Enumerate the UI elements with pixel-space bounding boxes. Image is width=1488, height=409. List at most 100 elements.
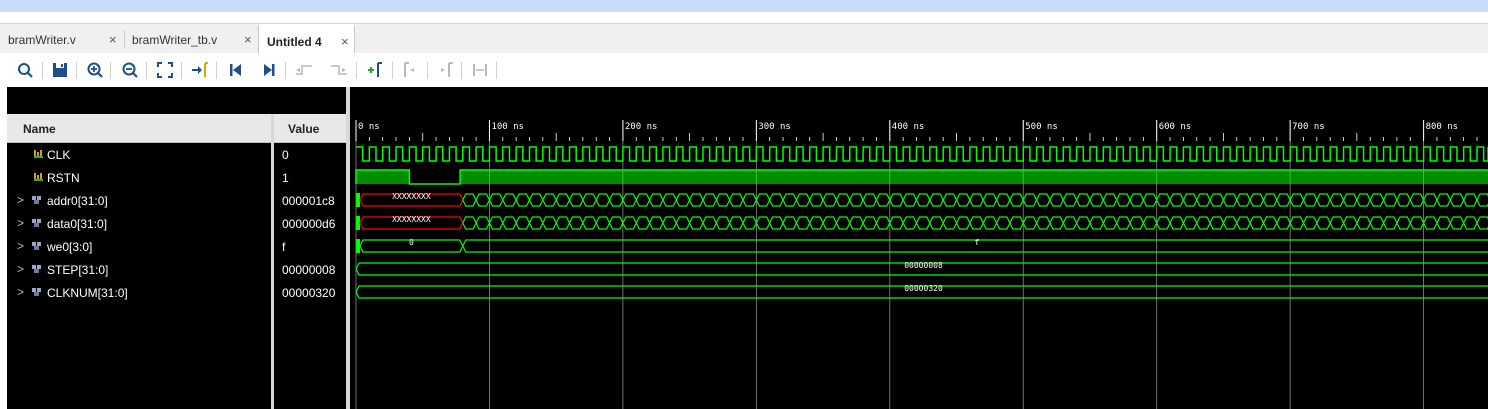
addr0-data-segment bbox=[515, 193, 531, 207]
data0-data-segment bbox=[488, 216, 504, 230]
add-marker-icon[interactable] bbox=[363, 58, 387, 82]
close-icon[interactable]: × bbox=[341, 35, 349, 48]
bus-signal-icon bbox=[32, 219, 41, 227]
next-marker-icon[interactable] bbox=[433, 58, 457, 82]
data0-data-segment bbox=[1249, 216, 1265, 230]
data0-data-segment bbox=[1009, 216, 1024, 230]
data0-data-segment bbox=[1222, 216, 1238, 230]
data0-data-segment bbox=[1409, 216, 1425, 230]
expand-chevron-icon[interactable]: > bbox=[17, 262, 24, 276]
data0-data-segment bbox=[662, 216, 677, 230]
toolbar-separator bbox=[181, 62, 182, 79]
time-label: 800 ns bbox=[1426, 122, 1459, 132]
data0-data-segment bbox=[728, 216, 744, 230]
addr0-data-segment bbox=[475, 193, 491, 207]
data0-data-segment bbox=[875, 216, 891, 230]
we0-value-segment-label: f bbox=[974, 238, 979, 247]
addr0-data-segment bbox=[969, 193, 984, 207]
search-icon[interactable] bbox=[14, 58, 38, 82]
close-icon[interactable]: × bbox=[109, 33, 117, 46]
zoom-in-icon[interactable] bbox=[83, 58, 107, 82]
zoom-fit-icon[interactable] bbox=[153, 58, 177, 82]
data0-data-segment bbox=[982, 216, 998, 230]
expand-chevron-icon[interactable]: > bbox=[17, 193, 24, 207]
data0-data-segment bbox=[1196, 216, 1211, 230]
signal-row-clk[interactable]: CLK 0 bbox=[7, 144, 346, 167]
step-segment-label: 00000008 bbox=[904, 261, 943, 270]
data0-data-segment bbox=[1396, 216, 1411, 230]
data0-data-segment bbox=[889, 216, 904, 230]
data0-data-segment bbox=[1356, 216, 1371, 230]
expand-chevron-icon[interactable]: > bbox=[17, 216, 24, 230]
signal-row-step[interactable]: > STEP[31:0] 00000008 bbox=[7, 259, 346, 282]
waveform-toolbar bbox=[0, 53, 1488, 87]
addr0-data-segment bbox=[1302, 193, 1318, 207]
rstn-high-fill bbox=[356, 170, 410, 184]
expand-chevron-icon[interactable]: > bbox=[17, 285, 24, 299]
title-band bbox=[0, 0, 1488, 12]
data0-data-segment bbox=[1369, 216, 1385, 230]
addr0-data-segment bbox=[915, 193, 931, 207]
addr0-data-segment bbox=[1089, 193, 1104, 207]
signal-row-data0[interactable]: > data0[31:0] 000000d6 bbox=[7, 213, 346, 236]
addr0-data-segment bbox=[929, 193, 944, 207]
data0-data-segment bbox=[1169, 216, 1185, 230]
addr0-data-segment bbox=[662, 193, 677, 207]
value-column-header[interactable]: Value bbox=[274, 114, 346, 143]
addr0-data-segment bbox=[755, 193, 771, 207]
addr0-data-segment bbox=[889, 193, 904, 207]
data0-data-segment bbox=[1035, 216, 1051, 230]
data0-data-segment bbox=[1156, 216, 1171, 230]
data0-data-segment bbox=[1476, 216, 1488, 230]
swap-cursors-icon[interactable] bbox=[468, 58, 492, 82]
data0-data-segment bbox=[1302, 216, 1318, 230]
signal-name: we0[3:0] bbox=[47, 240, 93, 254]
toolbar-separator bbox=[42, 62, 43, 79]
tab-bramwriter-tb-v[interactable]: bramWriter_tb.v × bbox=[124, 24, 259, 54]
waveform-area[interactable]: 0 ns 100 ns 200 ns 300 ns 400 ns 500 ns 600 ns… bbox=[350, 87, 1488, 409]
waveform-canvas[interactable]: 0 ns 100 ns 200 ns 300 ns 400 ns 500 ns 600 ns… bbox=[350, 87, 1488, 409]
addr0-data-segment bbox=[1342, 193, 1358, 207]
signal-name: CLK bbox=[47, 148, 71, 162]
zoom-out-icon[interactable] bbox=[118, 58, 142, 82]
expand-chevron-icon[interactable]: > bbox=[17, 239, 24, 253]
addr0-data-segment bbox=[875, 193, 891, 207]
data0-data-segment bbox=[622, 216, 637, 230]
addr0-data-segment bbox=[1462, 193, 1478, 207]
rstn-high-fill bbox=[460, 170, 1488, 184]
signal-row-we0[interactable]: > we0[3:0] f bbox=[7, 236, 346, 259]
data0-data-segment bbox=[1209, 216, 1225, 230]
save-icon[interactable] bbox=[48, 58, 72, 82]
signal-row-clknum[interactable]: > CLKNUM[31:0] 00000320 bbox=[7, 282, 346, 305]
time-label: 700 ns bbox=[1292, 122, 1325, 132]
addr0-data-segment bbox=[728, 193, 744, 207]
previous-transition-icon[interactable] bbox=[292, 58, 316, 82]
next-transition-icon[interactable] bbox=[327, 58, 351, 82]
data0-data-segment bbox=[582, 216, 597, 230]
go-to-last-time-icon[interactable] bbox=[257, 58, 281, 82]
previous-marker-icon[interactable] bbox=[398, 58, 422, 82]
addr0-data-segment bbox=[1436, 193, 1451, 207]
addr0-data-segment bbox=[688, 193, 704, 207]
signal-value: 00000008 bbox=[282, 263, 336, 277]
toolbar-separator bbox=[216, 62, 217, 79]
signal-row-addr0[interactable]: > addr0[31:0] 000001c8 bbox=[7, 190, 346, 213]
data0-data-segment bbox=[1129, 216, 1145, 230]
addr0-data-segment bbox=[1049, 193, 1064, 207]
addr0-data-segment bbox=[1009, 193, 1024, 207]
addr0-data-segment bbox=[809, 193, 824, 207]
close-icon[interactable]: × bbox=[244, 33, 252, 46]
name-column-header[interactable]: Name bbox=[7, 114, 271, 143]
tab-untitled-4[interactable]: Untitled 4 × bbox=[258, 24, 355, 54]
go-to-time-0-icon[interactable] bbox=[223, 58, 247, 82]
signal-row-rstn[interactable]: RSTN 1 bbox=[7, 167, 346, 190]
time-label: 300 ns bbox=[758, 122, 791, 132]
toolbar-separator bbox=[285, 62, 286, 79]
addr0-data-segment bbox=[1022, 193, 1038, 207]
data0-data-segment bbox=[822, 216, 838, 230]
go-to-cursor-icon[interactable] bbox=[188, 58, 212, 82]
tab-bramwriter-v[interactable]: bramWriter.v × bbox=[0, 24, 124, 54]
data0-data-segment bbox=[1422, 216, 1438, 230]
data0-data-segment bbox=[1236, 216, 1251, 230]
data0-data-segment bbox=[955, 216, 971, 230]
